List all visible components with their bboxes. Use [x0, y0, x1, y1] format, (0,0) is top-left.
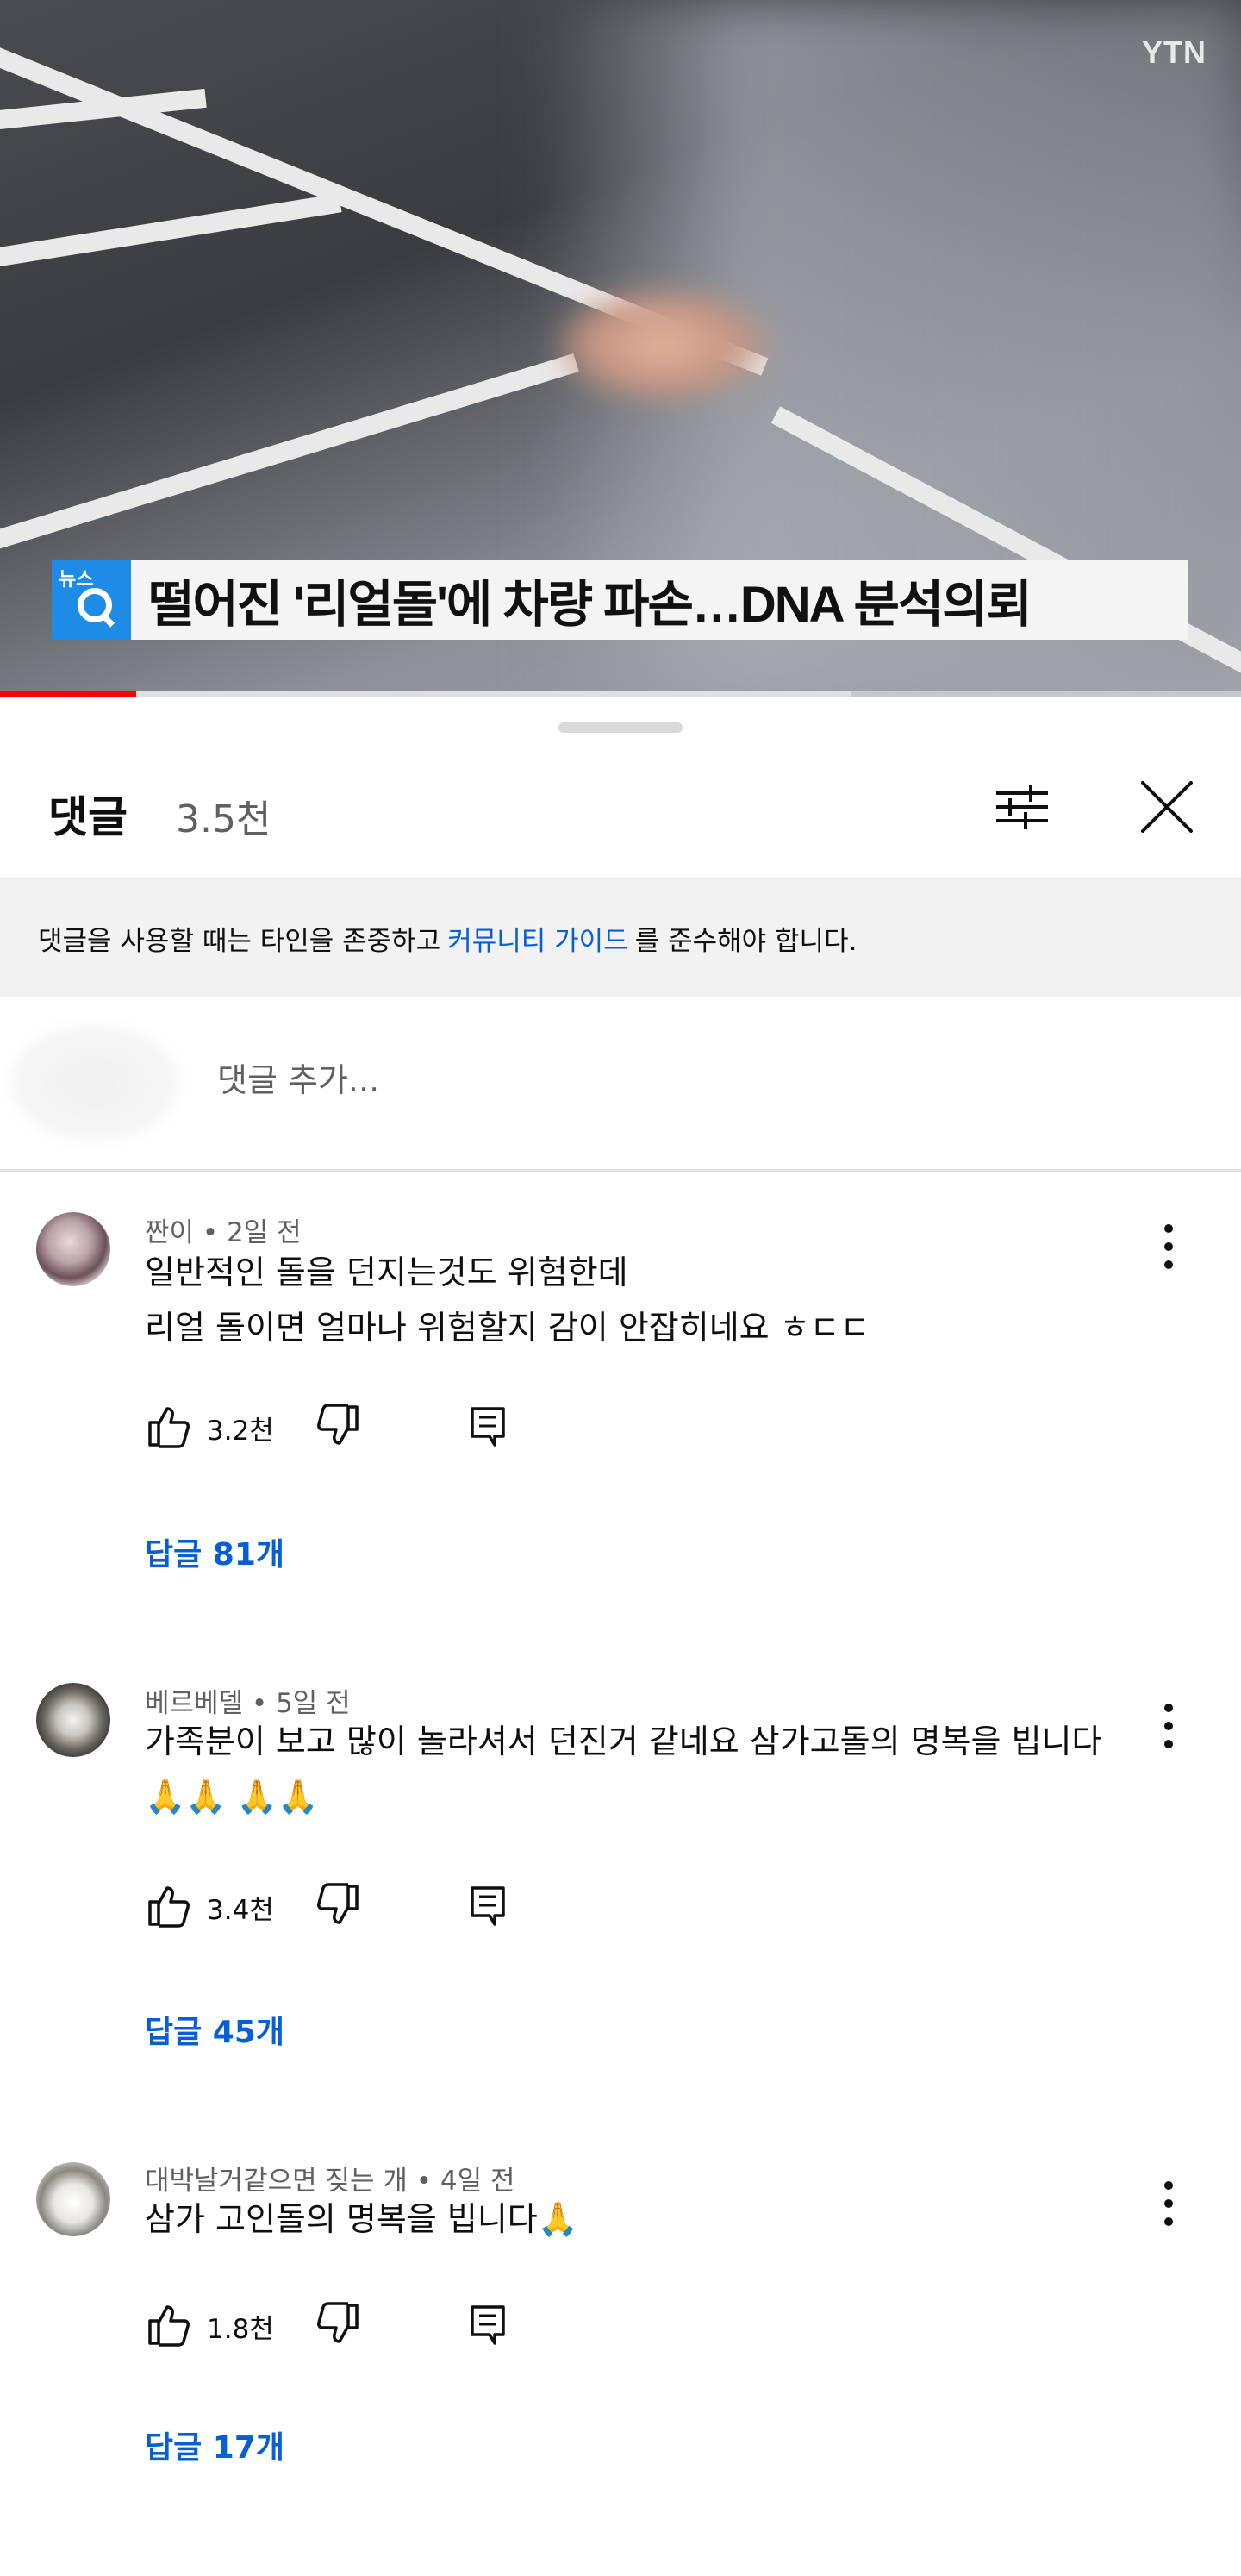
news-caption: 떨어진 '리얼돌'에 차량 파손…DNA 분석의뢰	[148, 577, 1032, 633]
reply-icon[interactable]	[464, 1881, 512, 1929]
comment-actions: 1.8천	[145, 2300, 662, 2352]
thumbs-down-icon[interactable]	[314, 2300, 362, 2348]
avatar[interactable]	[36, 1212, 110, 1286]
reply-icon[interactable]	[464, 2300, 512, 2348]
comment-text: 삼가 고인돌의 명복을 빕니다🙏	[145, 2200, 579, 2238]
news-caption-bar: 뉴스 떨어진 '리얼돌'에 차량 파손…DNA 분석의뢰	[52, 560, 1188, 640]
comment-item: 대박날거같으면 짖는 개 • 4일 전 삼가 고인돌의 명복을 빕니다🙏 1.8…	[0, 2159, 1241, 2573]
guide-text-end: 를 준수해야 합니다.	[634, 925, 857, 957]
progress-bar[interactable]	[0, 691, 1241, 697]
more-options-icon[interactable]	[1153, 1221, 1184, 1272]
avatar[interactable]	[36, 2162, 110, 2236]
comment-text: 가족분이 보고 많이 놀라셔서 던진거 같네요 삼가고돌의 명복을 빕니다 🙏🙏…	[145, 1723, 1102, 1816]
comment-text: 일반적인 돌을 던지는것도 위험한데 리얼 돌이면 얼마나 위험할지 감이 안잡…	[145, 1254, 870, 1347]
add-comment-divider	[0, 1169, 1241, 1172]
comment-actions: 3.4천	[145, 1881, 662, 1933]
more-options-icon[interactable]	[1153, 2178, 1184, 2229]
comments-sheet: 댓글 3.5천 댓글을 사용할 때는 타인을 존중하고 커뮤니티 가이드 를 준…	[0, 697, 1241, 2576]
view-replies-button[interactable]: 답글 17개	[145, 2423, 284, 2467]
comments-count: 3.5천	[176, 797, 271, 841]
thumbs-up-icon[interactable]	[145, 1402, 193, 1450]
news-logo: 뉴스	[52, 560, 131, 640]
avatar[interactable]	[36, 1683, 110, 1757]
sliders-icon[interactable]	[991, 776, 1053, 838]
progress-played	[0, 691, 136, 697]
thumbs-down-icon[interactable]	[314, 1881, 362, 1929]
thumbs-up-icon[interactable]	[145, 1881, 193, 1929]
video-player[interactable]: YTN 뉴스 떨어진 '리얼돌'에 차량 파손…DNA 분석의뢰	[0, 0, 1241, 697]
parking-line	[0, 193, 342, 269]
comment-actions: 3.2천	[145, 1402, 662, 1454]
channel-logo: YTN	[1142, 34, 1207, 70]
search-icon	[78, 588, 112, 622]
parking-line	[0, 353, 579, 553]
blurred-object	[552, 284, 776, 405]
view-replies-button[interactable]: 답글 81개	[145, 1529, 284, 1574]
like-count: 3.4천	[207, 1895, 274, 1926]
community-guide-notice: 댓글을 사용할 때는 타인을 존중하고 커뮤니티 가이드 를 준수해야 합니다.	[0, 879, 1241, 997]
reply-icon[interactable]	[464, 1402, 512, 1450]
close-icon[interactable]	[1136, 776, 1198, 838]
community-guidelines-link[interactable]: 커뮤니티 가이드	[447, 919, 628, 958]
comment-item: 베르베델 • 5일 전 가족분이 보고 많이 놀라셔서 던진거 같네요 삼가고돌…	[0, 1683, 1241, 2148]
more-options-icon[interactable]	[1153, 1700, 1184, 1752]
drag-handle[interactable]	[558, 722, 683, 733]
avatar	[9, 1022, 181, 1143]
view-replies-button[interactable]: 답글 45개	[145, 2007, 284, 2052]
comment-author-meta: 짠이 • 2일 전	[145, 1217, 302, 1248]
progress-buffered	[136, 691, 851, 697]
like-count: 1.8천	[207, 2314, 274, 2345]
add-comment-input[interactable]: 댓글 추가...	[217, 1054, 379, 1101]
add-comment-row[interactable]: 댓글 추가...	[0, 997, 1241, 1169]
news-badge-label: 뉴스	[59, 569, 94, 591]
guide-text: 댓글을 사용할 때는 타인을 존중하고	[38, 925, 441, 957]
comments-title: 댓글	[48, 792, 128, 842]
thumbs-up-icon[interactable]	[145, 2300, 193, 2348]
like-count: 3.2천	[207, 1416, 274, 1447]
comment-item: 짠이 • 2일 전 일반적인 돌을 던지는것도 위험한데 리얼 돌이면 얼마나 …	[0, 1205, 1241, 1671]
thumbs-down-icon[interactable]	[314, 1402, 362, 1450]
